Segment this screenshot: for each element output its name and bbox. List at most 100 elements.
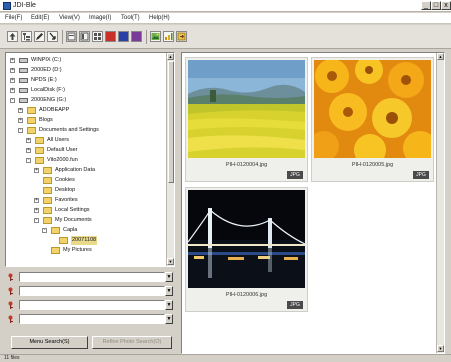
expand-icon[interactable]: + — [10, 88, 15, 93]
tree-item[interactable]: Cookies — [34, 176, 166, 185]
search-field-4[interactable] — [19, 314, 165, 324]
scroll-down-icon[interactable]: ▼ — [167, 258, 174, 265]
thumbnail-card[interactable]: PIH-0120005.jpg JPG — [311, 57, 434, 182]
expand-icon[interactable]: + — [10, 68, 15, 73]
menu-file[interactable]: File(F) — [5, 14, 22, 23]
title-bar[interactable]: JDI-Ble _ □ x — [0, 0, 451, 12]
thumbnail-card[interactable]: PIH-0120004.jpg JPG — [185, 57, 308, 182]
close-button[interactable]: x — [441, 1, 451, 10]
tree-item-label: All Users — [47, 137, 70, 143]
status-bar: 11 files — [0, 354, 451, 362]
tree-scrollbar[interactable]: ▲ ▼ — [166, 53, 174, 266]
tree-item-label: 20071108 — [71, 236, 98, 245]
tree-item[interactable]: + Favorites — [34, 196, 166, 205]
view-details-icon[interactable] — [79, 31, 90, 42]
tree-item-label: Favorites — [55, 197, 78, 203]
tree-item[interactable]: + WINPIX (C:) — [10, 56, 166, 65]
up-folder-icon[interactable] — [7, 31, 18, 42]
image-icon[interactable] — [150, 31, 161, 42]
refine-search-button[interactable]: Refine Photo Search(O) — [92, 336, 172, 349]
collapse-icon[interactable]: - — [18, 128, 23, 133]
collapse-icon[interactable]: - — [26, 158, 31, 163]
tree-item[interactable]: My Pictures — [42, 246, 166, 255]
expand-icon[interactable]: + — [18, 118, 23, 123]
search-row: ▼ — [5, 285, 173, 298]
photo-thumbnail[interactable] — [314, 60, 431, 158]
expand-icon[interactable]: + — [18, 108, 23, 113]
tree-item[interactable]: + Blogs — [18, 116, 166, 125]
arrow-icon[interactable] — [47, 31, 58, 42]
tree-item-label: My Pictures — [63, 247, 92, 253]
tree-item[interactable]: + All Users — [26, 136, 166, 145]
tree-item[interactable]: Desktop — [34, 186, 166, 195]
search-field-2[interactable] — [19, 286, 165, 296]
color-red-icon[interactable] — [105, 31, 116, 42]
tree-item[interactable]: +2000ED (D:) — [10, 66, 166, 75]
menu-view[interactable]: View(V) — [59, 14, 80, 23]
folder-icon — [43, 187, 52, 194]
folder-tree-icon[interactable] — [21, 31, 32, 42]
maximize-button[interactable]: □ — [431, 1, 441, 10]
search-field-1[interactable] — [19, 272, 165, 282]
tree-item[interactable]: - My Documents — [34, 216, 166, 225]
tree-item[interactable]: + Application Data — [34, 166, 166, 175]
view-thumb-icon[interactable] — [92, 31, 103, 42]
menu-help[interactable]: Help(H) — [149, 14, 170, 23]
search-field-3[interactable] — [19, 300, 165, 310]
chevron-down-icon[interactable]: ▼ — [165, 272, 173, 282]
expand-icon[interactable]: + — [34, 198, 39, 203]
key-icon — [8, 301, 13, 309]
thumbnail-card[interactable]: PIH-0120006.jpg JPG — [185, 187, 308, 312]
expand-icon[interactable]: + — [34, 168, 39, 173]
folder-tree[interactable]: + WINPIX (C:) +2000ED (D:) + NPDS (E:) + Local… — [5, 52, 175, 267]
color-blue-icon[interactable] — [118, 31, 129, 42]
expand-icon[interactable]: + — [26, 148, 31, 153]
toolbar-separator — [62, 30, 63, 44]
app-window: JDI-Ble _ □ x File(F) Edit(E) View(V) Im… — [0, 0, 451, 362]
tree-item[interactable]: + Default User — [26, 146, 166, 155]
tree-scroll-thumb[interactable] — [168, 61, 174, 183]
chart-icon[interactable] — [163, 31, 174, 42]
collapse-icon[interactable]: - — [42, 228, 47, 233]
tree-item-label: Default User — [47, 147, 78, 153]
pen-icon[interactable] — [34, 31, 45, 42]
scroll-up-icon[interactable]: ▲ — [167, 53, 174, 60]
thumbnail-filename: PIH-0120004.jpg — [225, 162, 268, 168]
tree-item-label: 2000ENG (G:) — [31, 97, 67, 103]
tree-item[interactable]: - Capla — [42, 226, 166, 235]
menu-edit[interactable]: Edit(E) — [31, 14, 49, 23]
thumbnail-scrollbar[interactable]: ▲ ▼ — [436, 53, 444, 353]
expand-icon[interactable]: + — [26, 138, 31, 143]
folder-icon — [27, 117, 36, 124]
scroll-up-icon[interactable]: ▲ — [437, 53, 444, 60]
tree-item[interactable]: - Vito2000.fun — [26, 156, 166, 165]
drive-icon — [19, 58, 28, 63]
collapse-icon[interactable]: - — [34, 218, 39, 223]
photo-thumbnail[interactable] — [188, 190, 305, 288]
expand-icon[interactable]: + — [10, 58, 15, 63]
tree-item[interactable]: - 2000ENG (G:) — [10, 96, 166, 105]
expand-icon[interactable]: + — [10, 78, 15, 83]
minimize-button[interactable]: _ — [421, 1, 431, 10]
search-button[interactable]: Menu Search(S) — [11, 336, 88, 349]
tree-item-label: 2000ED (D:) — [31, 67, 62, 73]
tree-item[interactable]: + NPDS (E:) — [10, 76, 166, 85]
tree-item[interactable]: - Documents and Settings — [18, 126, 166, 135]
menu-tool[interactable]: Tool(T) — [121, 14, 140, 23]
scroll-down-icon[interactable]: ▼ — [437, 345, 444, 352]
view-list-icon[interactable] — [66, 31, 77, 42]
chevron-down-icon[interactable]: ▼ — [165, 300, 173, 310]
tree-item[interactable]: + Local Settings — [34, 206, 166, 215]
chevron-down-icon[interactable]: ▼ — [165, 286, 173, 296]
photo-thumbnail[interactable] — [188, 60, 305, 158]
tree-item[interactable]: + ADOBEAPP — [18, 106, 166, 115]
export-icon[interactable] — [176, 31, 187, 42]
chevron-down-icon[interactable]: ▼ — [165, 314, 173, 324]
thumbnail-view[interactable]: PIH-0120004.jpg JPG PIH-0120005.jpg JPG … — [181, 52, 445, 354]
tree-item[interactable]: 20071108 — [50, 236, 166, 245]
collapse-icon[interactable]: - — [10, 98, 15, 103]
menu-image[interactable]: Image(I) — [89, 14, 111, 23]
expand-icon[interactable]: + — [34, 208, 39, 213]
tree-item[interactable]: + LocalDisk (F:) — [10, 86, 166, 95]
color-purple-icon[interactable] — [131, 31, 142, 42]
